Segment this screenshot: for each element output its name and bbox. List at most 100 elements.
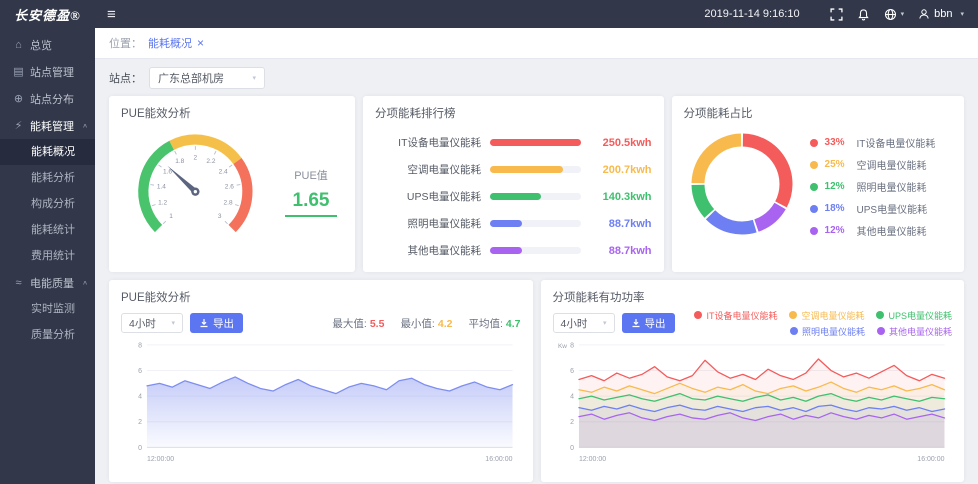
rank-bar-fill xyxy=(490,139,581,146)
rank-value: 250.5kwh xyxy=(590,137,652,149)
app-root: 长安德盈® ≡ 2019-11-14 9:16:10 ▾ xyxy=(0,0,978,484)
ranking-bar-list: IT设备电量仪能耗250.5kwh空调电量仪能耗200.7kwhUPS电量仪能耗… xyxy=(375,129,652,264)
legend-item[interactable]: 空调电量仪能耗 xyxy=(789,309,864,322)
export-label: 导出 xyxy=(645,316,666,331)
tab-energy-overview[interactable]: 能耗概况 × xyxy=(148,35,204,51)
sidebar-subitem-cost-stats[interactable]: 费用统计 xyxy=(0,243,95,269)
rank-bar-fill xyxy=(490,220,522,227)
sidebar-item-energy-mgmt[interactable]: ⚡能耗管理∧ xyxy=(0,112,95,139)
legend-dot-icon xyxy=(810,161,818,169)
svg-text:2: 2 xyxy=(194,154,198,161)
legend-item[interactable]: 其他电量仪能耗 xyxy=(877,325,952,338)
rank-bar xyxy=(490,139,581,146)
donut-chart xyxy=(684,126,800,247)
sidebar-item-label: 站点分布 xyxy=(30,91,74,107)
legend-dot-icon xyxy=(810,227,818,235)
station-select[interactable]: 广东总部机房 ▾ xyxy=(149,67,265,89)
svg-text:2.8: 2.8 xyxy=(224,200,233,207)
legend-item[interactable]: 25%空调电量仪能耗 xyxy=(810,154,952,176)
power-line-chart: 02468Kw12:00:0016:00:00 xyxy=(553,337,953,475)
legend-item[interactable]: IT设备电量仪能耗 xyxy=(694,309,777,322)
period-select[interactable]: 4小时 ▾ xyxy=(121,313,183,333)
export-button[interactable]: 导出 xyxy=(622,313,675,333)
export-label: 导出 xyxy=(213,316,234,331)
legend-dot-icon xyxy=(789,311,797,319)
legend-item[interactable]: 18%UPS电量仪能耗 xyxy=(810,198,952,220)
svg-text:2: 2 xyxy=(570,419,574,426)
station-label: 站点： xyxy=(109,70,142,86)
rank-label: IT设备电量仪能耗 xyxy=(375,135,481,150)
legend-item[interactable]: 照明电量仪能耗 xyxy=(790,325,865,338)
sidebar-item-label: 能耗管理 xyxy=(30,118,74,134)
svg-text:1.8: 1.8 xyxy=(175,158,184,165)
legend-label: UPS电量仪能耗 xyxy=(888,309,952,322)
legend-dot-icon xyxy=(810,183,818,191)
datetime: 2019-11-14 9:16:10 xyxy=(704,8,799,20)
card-title: 分项能耗占比 xyxy=(684,105,952,121)
brand-logo: 长安德盈® xyxy=(0,5,95,24)
sidebar-subitem-energy-overview[interactable]: 能耗概况 xyxy=(0,139,95,165)
legend-item[interactable]: UPS电量仪能耗 xyxy=(876,309,952,322)
legend-item[interactable]: 12%照明电量仪能耗 xyxy=(810,176,952,198)
chevron-up-icon: ∧ xyxy=(82,122,88,129)
legend-percent: 12% xyxy=(825,181,857,192)
sidebar-subitem-realtime-monitor[interactable]: 实时监测 xyxy=(0,296,95,322)
site-icon: ▤ xyxy=(11,65,26,78)
legend-dot-icon xyxy=(877,327,885,335)
legend-item[interactable]: 12%其他电量仪能耗 xyxy=(810,220,952,242)
sidebar-item-overview[interactable]: ⌂ 总览 xyxy=(0,31,95,58)
svg-text:16:00:00: 16:00:00 xyxy=(917,456,944,463)
user-menu[interactable]: bbn ▾ xyxy=(918,8,964,20)
sidebar: ⌂总览▤站点管理⊕站点分布⚡能耗管理∧能耗概况能耗分析构成分析能耗统计费用统计≈… xyxy=(0,28,95,484)
sidebar-subitem-composition-analysis[interactable]: 构成分析 xyxy=(0,191,95,217)
chart-cards-row: PUE能效分析 4小时 ▾ 导出 最大值:5.5最小值:4.2平均值:4.7 0… xyxy=(95,280,978,482)
pue-stats: 最大值:5.5最小值:4.2平均值:4.7 xyxy=(332,316,520,331)
stat-value: 4.7 xyxy=(506,318,521,330)
sidebar-item-power-quality[interactable]: ≈电能质量∧ xyxy=(0,269,95,296)
pue-trend-card: PUE能效分析 4小时 ▾ 导出 最大值:5.5最小值:4.2平均值:4.7 0… xyxy=(109,280,533,482)
breadcrumb-label: 位置： xyxy=(109,35,142,51)
download-icon xyxy=(631,318,641,328)
pue-gauge-card: PUE能效分析 11.21.41.61.822.22.42.62.83 PUE值… xyxy=(109,96,355,272)
tab-label: 能耗概况 xyxy=(148,35,192,51)
sidebar-subitem-energy-stats[interactable]: 能耗统计 xyxy=(0,217,95,243)
home-icon: ⌂ xyxy=(11,39,26,51)
svg-text:2: 2 xyxy=(138,419,142,426)
pue-value-label: PUE值 xyxy=(279,167,343,183)
svg-text:16:00:00: 16:00:00 xyxy=(485,456,512,463)
rank-bar xyxy=(490,247,581,254)
rank-row: 照明电量仪能耗88.7kwh xyxy=(375,210,652,237)
download-icon xyxy=(199,318,209,328)
sidebar-subitem-quality-analysis[interactable]: 质量分析 xyxy=(0,322,95,348)
menu-icon[interactable]: ≡ xyxy=(107,6,116,23)
legend-label: 照明电量仪能耗 xyxy=(802,325,865,338)
legend-label: IT设备电量仪能耗 xyxy=(706,309,777,322)
sidebar-item-site-mgmt[interactable]: ▤站点管理 xyxy=(0,58,95,85)
card-title: PUE能效分析 xyxy=(121,289,521,305)
rank-row: 空调电量仪能耗200.7kwh xyxy=(375,156,652,183)
power-trend-card: 分项能耗有功功率 4小时 ▾ 导出 IT设备电量仪能耗空调电量仪能耗UPS电量仪… xyxy=(541,280,965,482)
svg-text:8: 8 xyxy=(570,342,574,349)
sidebar-item-label: 总览 xyxy=(30,37,52,53)
caret-down-icon: ▾ xyxy=(252,74,256,82)
sidebar-item-site-dist[interactable]: ⊕站点分布 xyxy=(0,85,95,112)
language-menu[interactable]: ▾ xyxy=(884,8,905,21)
export-button[interactable]: 导出 xyxy=(190,313,243,333)
svg-text:6: 6 xyxy=(138,368,142,375)
stat-item: 最大值:5.5 xyxy=(332,316,384,331)
rank-value: 200.7kwh xyxy=(590,164,652,176)
legend-percent: 18% xyxy=(825,203,857,214)
quality-icon: ≈ xyxy=(11,277,26,289)
legend-percent: 33% xyxy=(825,137,857,148)
fullscreen-icon[interactable] xyxy=(830,8,843,21)
close-icon[interactable]: × xyxy=(197,37,204,49)
legend-percent: 25% xyxy=(825,159,857,170)
bell-icon[interactable] xyxy=(857,8,870,21)
rank-bar-fill xyxy=(490,193,541,200)
svg-text:3: 3 xyxy=(218,213,222,220)
legend-item[interactable]: 33%IT设备电量仪能耗 xyxy=(810,132,952,154)
period-select[interactable]: 4小时 ▾ xyxy=(553,313,615,333)
legend-dot-icon xyxy=(810,139,818,147)
sidebar-subitem-energy-analysis[interactable]: 能耗分析 xyxy=(0,165,95,191)
pue-gauge-chart: 11.21.41.61.822.22.42.62.83 xyxy=(121,121,279,253)
